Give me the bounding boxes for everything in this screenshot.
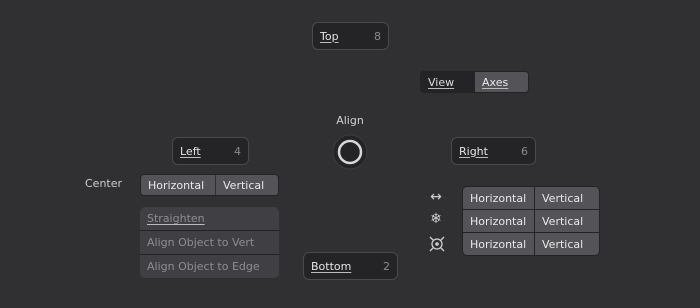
- pie-top-button[interactable]: Top 8: [312, 22, 389, 50]
- axis-horizontal-label: Horizontal: [470, 191, 527, 205]
- view-axes-toggle: View Axes: [420, 71, 529, 93]
- center-toggle: Horizontal Vertical: [140, 174, 279, 196]
- axis-horizontal-button[interactable]: Horizontal: [463, 210, 534, 232]
- center-vertical-button[interactable]: Vertical: [216, 175, 278, 195]
- pie-top-label: Top: [320, 29, 339, 43]
- axis-vertical-label: Vertical: [542, 214, 584, 228]
- axes-option[interactable]: Axes: [475, 72, 528, 92]
- axis-horizontal-button[interactable]: Horizontal: [463, 233, 534, 255]
- align-object-to-edge-item[interactable]: Align Object to Edge: [140, 255, 279, 278]
- pie-bottom-label: Bottom: [311, 259, 352, 273]
- straighten-menu: Straighten Align Object to Vert Align Ob…: [140, 207, 279, 278]
- axis-row: Horizontal Vertical: [463, 233, 599, 255]
- pie-left-key: 4: [234, 144, 241, 158]
- axis-align-grid: Horizontal Vertical Horizontal Vertical …: [462, 186, 600, 256]
- center-vertical-label: Vertical: [223, 178, 265, 192]
- pie-left-label: Left: [180, 144, 201, 158]
- axis-row: Horizontal Vertical: [463, 210, 599, 232]
- axis-horizontal-label: Horizontal: [470, 237, 527, 251]
- axis-row: Horizontal Vertical: [463, 187, 599, 209]
- center-horizontal-button[interactable]: Horizontal: [141, 175, 216, 195]
- align-object-to-vert-item[interactable]: Align Object to Vert: [140, 231, 279, 254]
- pie-right-button[interactable]: Right 6: [451, 137, 536, 165]
- axis-horizontal-button[interactable]: Horizontal: [463, 187, 534, 209]
- axis-vertical-button[interactable]: Vertical: [535, 187, 599, 209]
- pie-right-label: Right: [459, 144, 488, 158]
- align-object-to-vert-label: Align Object to Vert: [147, 236, 255, 249]
- center-horizontal-label: Horizontal: [148, 178, 205, 192]
- axis-horizontal-label: Horizontal: [470, 214, 527, 228]
- pie-center-ring-icon: [332, 134, 368, 170]
- view-option-label: View: [428, 75, 455, 89]
- axis-vertical-button[interactable]: Vertical: [535, 233, 599, 255]
- view-option[interactable]: View: [421, 72, 475, 92]
- axes-option-label: Axes: [482, 75, 509, 89]
- snowflake-icon: ❄: [430, 211, 442, 227]
- horizontal-arrows-icon: ↔: [430, 189, 442, 205]
- pie-bottom-button[interactable]: Bottom 2: [303, 252, 398, 280]
- pie-title: Align: [336, 114, 364, 127]
- axis-vertical-button[interactable]: Vertical: [535, 210, 599, 232]
- center-label: Center: [85, 177, 123, 190]
- pie-top-key: 8: [374, 29, 381, 43]
- pie-left-button[interactable]: Left 4: [172, 137, 249, 165]
- straighten-item[interactable]: Straighten: [140, 207, 279, 230]
- align-object-to-edge-label: Align Object to Edge: [147, 260, 260, 273]
- straighten-label: Straighten: [147, 212, 205, 225]
- axis-vertical-label: Vertical: [542, 237, 584, 251]
- axis-vertical-label: Vertical: [542, 191, 584, 205]
- pie-bottom-key: 2: [383, 259, 390, 273]
- pie-right-key: 6: [521, 144, 528, 158]
- pivot-point-icon: [429, 236, 445, 252]
